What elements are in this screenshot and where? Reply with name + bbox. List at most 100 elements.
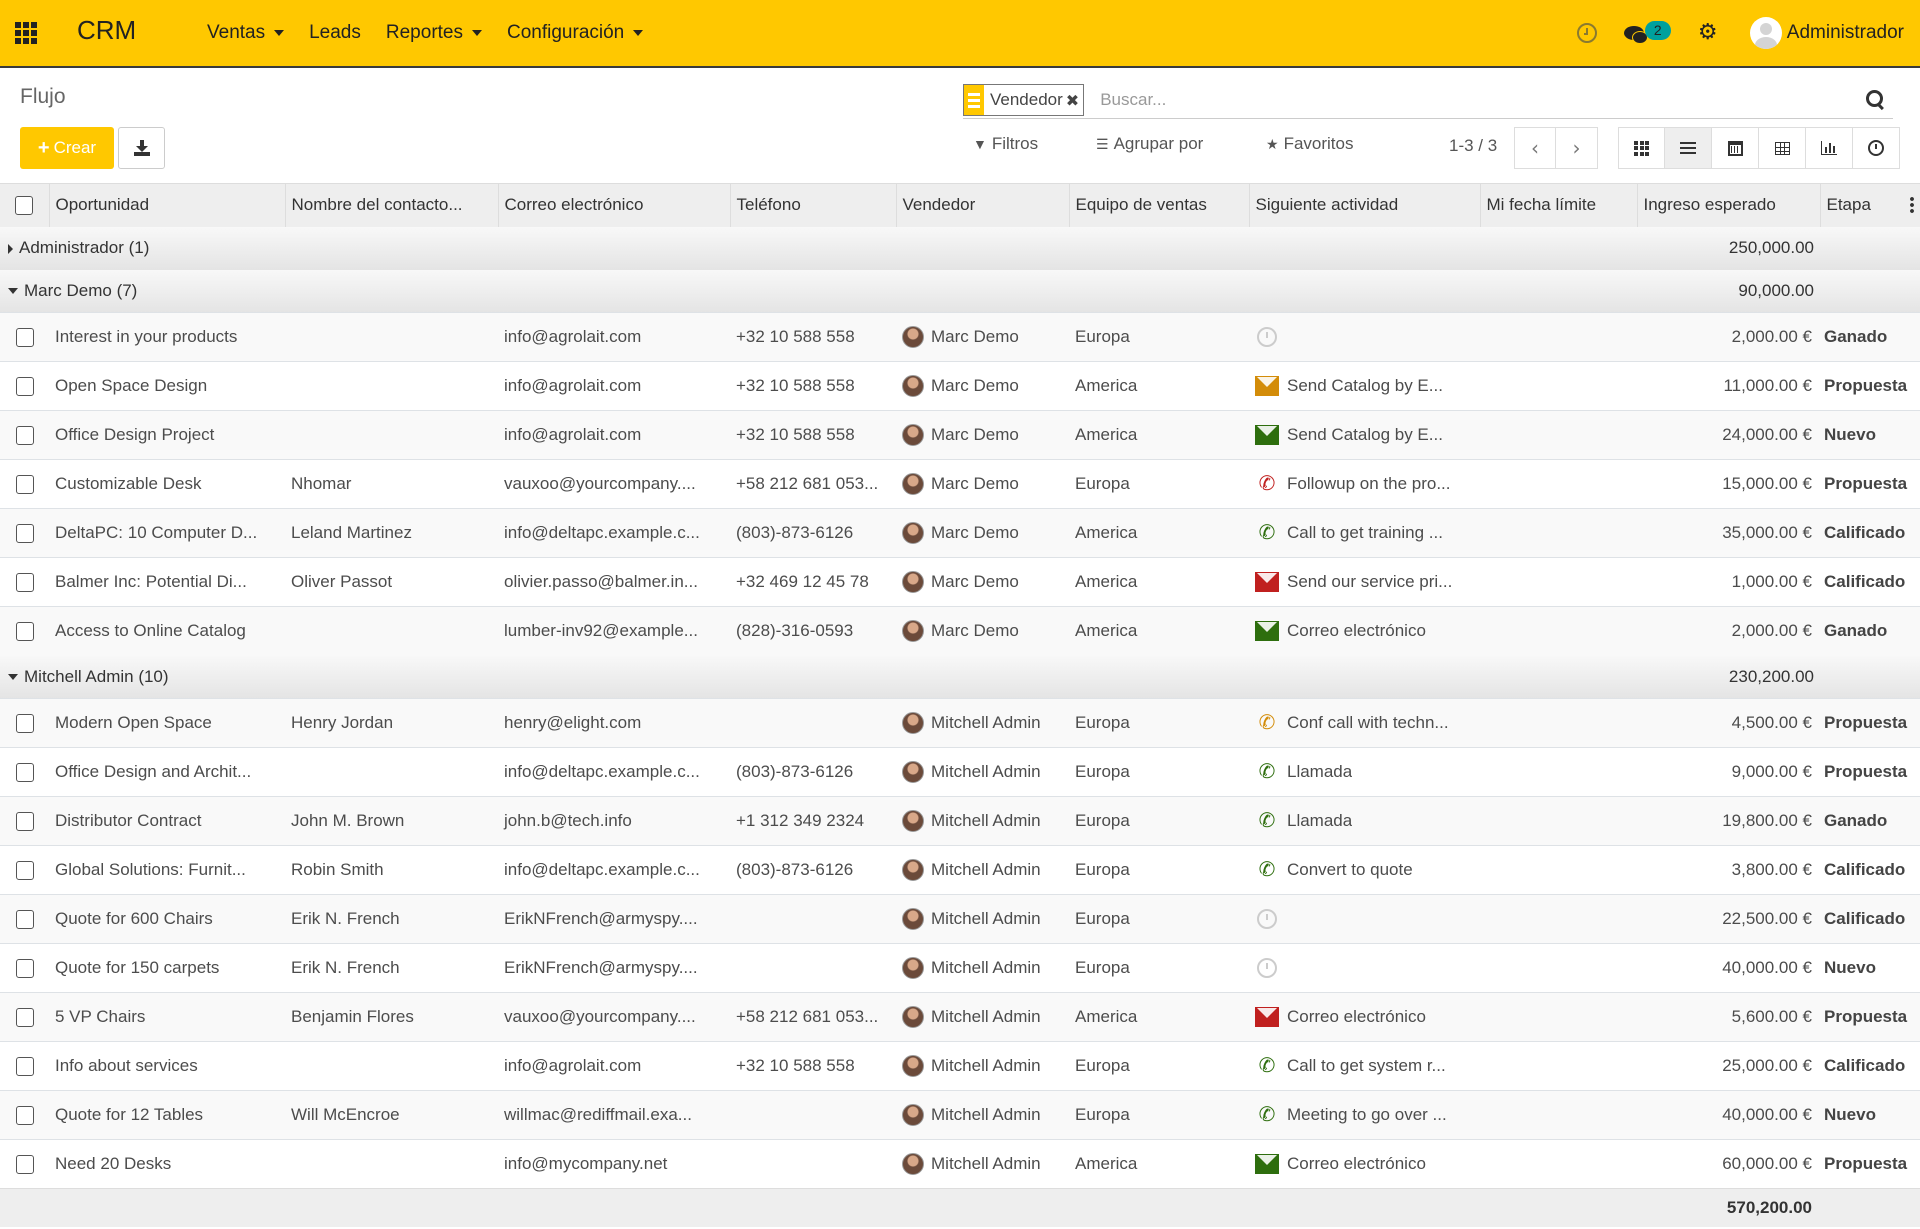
activity[interactable]: Send our service pri...: [1255, 572, 1474, 592]
table-row[interactable]: Customizable Desk Nhomar vauxoo@yourcompan…: [0, 459, 1920, 509]
messaging-menu[interactable]: 2: [1623, 21, 1674, 45]
groupby-button[interactable]: ☰ Agrupar por: [1096, 134, 1203, 154]
row-checkbox[interactable]: [15, 909, 34, 929]
row-checkbox[interactable]: [15, 1007, 34, 1027]
view-graph-button[interactable]: [1806, 127, 1853, 169]
row-checkbox[interactable]: [15, 327, 34, 347]
view-kanban-button[interactable]: [1618, 127, 1665, 169]
phone-icon[interactable]: ✆: [1255, 1104, 1279, 1126]
column-header[interactable]: Mi fecha límite: [1480, 183, 1638, 227]
envelope-icon[interactable]: [1255, 425, 1279, 445]
row-checkbox[interactable]: [15, 713, 34, 733]
table-row[interactable]: Distributor Contract John M. Brown john.b@…: [0, 796, 1920, 846]
activity[interactable]: Correo electrónico: [1255, 1007, 1474, 1027]
activity[interactable]: Correo electrónico: [1255, 621, 1474, 642]
table-row[interactable]: Quote for 150 carpets Erik N. French ErikN…: [0, 943, 1920, 993]
table-row[interactable]: 5 VP Chairs Benjamin Flores vauxoo@yourcom…: [0, 992, 1920, 1042]
filters-button[interactable]: ▼ Filtros: [973, 134, 1038, 154]
search-facet-groupby[interactable]: Vendedor ✖: [963, 84, 1085, 116]
group-row[interactable]: Administrador (1) 250,000.00: [0, 226, 1920, 270]
menu-configuracion[interactable]: Configuración: [507, 22, 644, 44]
table-row[interactable]: Access to Online Catalog lumber-inv92@exa…: [0, 606, 1920, 656]
activity[interactable]: [1255, 327, 1474, 347]
row-checkbox[interactable]: [15, 572, 34, 592]
activity[interactable]: ✆ Conf call with techn...: [1255, 712, 1474, 734]
search-input[interactable]: [1100, 90, 1865, 110]
view-list-button[interactable]: [1665, 127, 1712, 169]
table-row[interactable]: Office Design and Archit... info@deltapc.…: [0, 747, 1920, 797]
column-header[interactable]: Oportunidad: [49, 183, 286, 227]
no-activity-clock-icon[interactable]: [1257, 327, 1277, 347]
favorites-button[interactable]: ★ Favoritos: [1266, 134, 1353, 154]
activity[interactable]: ✆ Llamada: [1255, 810, 1474, 832]
menu-ventas[interactable]: Ventas: [207, 22, 285, 44]
phone-icon[interactable]: ✆: [1255, 859, 1279, 881]
column-header[interactable]: Siguiente actividad: [1249, 183, 1481, 227]
column-header-etapa[interactable]: Etapa: [1820, 184, 1920, 227]
row-checkbox[interactable]: [15, 958, 34, 978]
search-icon[interactable]: [1865, 89, 1887, 111]
row-checkbox[interactable]: [15, 762, 34, 782]
user-menu-name[interactable]: Administrador: [1787, 22, 1904, 44]
envelope-icon[interactable]: [1255, 1007, 1279, 1027]
row-checkbox[interactable]: [15, 1105, 34, 1125]
user-avatar[interactable]: [1749, 17, 1782, 49]
table-row[interactable]: Modern Open Space Henry Jordan henry@eligh…: [0, 698, 1920, 748]
group-row[interactable]: Marc Demo (7) 90,000.00: [0, 269, 1920, 313]
table-row[interactable]: Quote for 12 Tables Will McEncroe willmac@…: [0, 1090, 1920, 1140]
column-header[interactable]: Correo electrónico: [498, 183, 731, 227]
row-checkbox[interactable]: [15, 376, 34, 396]
activity[interactable]: ✆ Call to get system r...: [1255, 1055, 1474, 1077]
phone-icon[interactable]: ✆: [1255, 1055, 1279, 1077]
view-calendar-button[interactable]: [1712, 127, 1759, 169]
row-checkbox[interactable]: [15, 1154, 34, 1174]
table-row[interactable]: Open Space Design info@agrolait.com +32 10…: [0, 361, 1920, 411]
table-row[interactable]: Office Design Project info@agrolait.com +3…: [0, 410, 1920, 460]
activity[interactable]: ✆ Meeting to go over ...: [1255, 1104, 1474, 1126]
app-brand[interactable]: CRM: [77, 15, 136, 46]
activity[interactable]: [1255, 958, 1474, 978]
view-activity-button[interactable]: [1853, 127, 1900, 169]
table-row[interactable]: Balmer Inc: Potential Di... Oliver Passot…: [0, 557, 1920, 607]
row-checkbox[interactable]: [15, 621, 34, 641]
phone-icon[interactable]: ✆: [1255, 712, 1279, 734]
table-row[interactable]: Quote for 600 Chairs Erik N. French ErikNF…: [0, 894, 1920, 944]
apps-menu-icon[interactable]: [15, 22, 39, 44]
row-checkbox[interactable]: [15, 860, 34, 880]
activity[interactable]: ✆ Convert to quote: [1255, 859, 1474, 881]
pager-previous-button[interactable]: ‹: [1514, 127, 1556, 169]
activity[interactable]: ✆ Followup on the pro...: [1255, 473, 1474, 495]
table-row[interactable]: Global Solutions: Furnit... Robin Smith in…: [0, 845, 1920, 895]
remove-facet-icon[interactable]: ✖: [1066, 91, 1083, 110]
row-checkbox[interactable]: [15, 523, 34, 543]
activity[interactable]: [1255, 909, 1474, 929]
table-row[interactable]: Need 20 Desks info@mycompany.net Mitchell …: [0, 1139, 1920, 1189]
activity[interactable]: Correo electrónico: [1255, 1154, 1474, 1174]
create-button[interactable]: + Crear: [20, 127, 114, 169]
no-activity-clock-icon[interactable]: [1257, 909, 1277, 929]
select-all-checkbox[interactable]: [15, 195, 34, 215]
row-checkbox[interactable]: [15, 1056, 34, 1076]
activity[interactable]: Send Catalog by E...: [1255, 425, 1474, 445]
phone-icon[interactable]: ✆: [1255, 522, 1279, 544]
pager-next-button[interactable]: ›: [1556, 127, 1598, 169]
activity[interactable]: Send Catalog by E...: [1255, 376, 1474, 396]
group-row[interactable]: Mitchell Admin (10) 230,200.00: [0, 655, 1920, 699]
no-activity-clock-icon[interactable]: [1257, 958, 1277, 978]
menu-reportes[interactable]: Reportes: [386, 22, 482, 44]
debug-gears-icon[interactable]: ⚙: [1696, 22, 1720, 44]
activity[interactable]: ✆ Llamada: [1255, 761, 1474, 783]
table-row[interactable]: DeltaPC: 10 Computer D... Leland Martinez…: [0, 508, 1920, 558]
envelope-icon[interactable]: [1255, 572, 1279, 592]
column-header[interactable]: Ingreso esperado: [1637, 183, 1821, 227]
column-header[interactable]: Nombre del contacto...: [285, 183, 499, 227]
column-header[interactable]: Vendedor: [896, 183, 1070, 227]
optional-columns-icon[interactable]: [1910, 196, 1914, 214]
column-header[interactable]: Equipo de ventas: [1069, 183, 1250, 227]
export-button[interactable]: [118, 127, 165, 169]
envelope-icon[interactable]: [1255, 621, 1279, 642]
menu-leads[interactable]: Leads: [309, 22, 361, 44]
envelope-icon[interactable]: [1255, 376, 1279, 396]
column-header[interactable]: Teléfono: [730, 183, 897, 227]
phone-icon[interactable]: ✆: [1255, 810, 1279, 832]
